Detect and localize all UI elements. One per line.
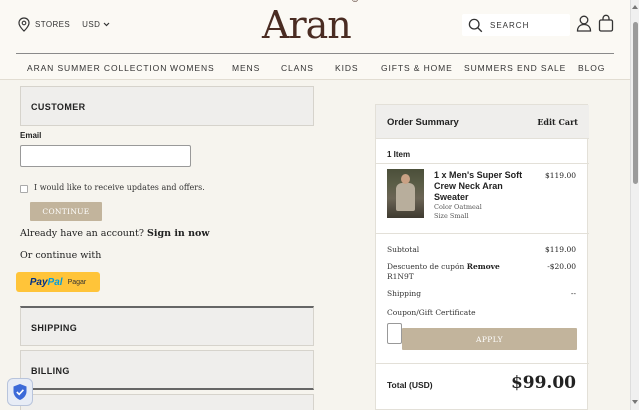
- paypal-logo-pal: Pal: [47, 276, 63, 288]
- sign-in-prompt: Already have an account? Sign in now: [20, 228, 210, 239]
- edit-cart-link[interactable]: Edit Cart: [537, 117, 578, 127]
- discount-value: -$20.00: [547, 262, 576, 271]
- nav-item-blog[interactable]: BLOG: [578, 63, 605, 73]
- email-field[interactable]: [20, 145, 191, 167]
- remove-coupon-link[interactable]: Remove: [467, 262, 500, 271]
- paypal-pagar-label: Pagar: [67, 278, 87, 286]
- account-user-icon[interactable]: [576, 15, 592, 32]
- customer-section-heading[interactable]: CUSTOMER: [20, 86, 314, 126]
- nav-item-gifts-home[interactable]: GIFTS & HOME: [381, 63, 453, 73]
- nav-item-clans[interactable]: CLANS: [281, 63, 314, 73]
- email-label: Email: [20, 131, 42, 140]
- summary-divider: [376, 233, 589, 234]
- chevron-down-icon: [103, 22, 110, 27]
- updates-checkbox-label[interactable]: I would like to receive updates and offe…: [34, 183, 205, 192]
- summary-divider: [376, 363, 589, 364]
- order-summary-panel: Order Summary Edit Cart 1 Item 1 x Men's…: [375, 104, 589, 410]
- shopping-bag-icon[interactable]: [598, 14, 614, 32]
- paypal-logo-pay: Pay: [29, 276, 48, 288]
- shield-check-icon: [13, 384, 27, 400]
- nav-item-summers-end-sale[interactable]: SUMMERS END SALE: [464, 63, 566, 73]
- product-price: $119.00: [544, 171, 576, 180]
- site-header: STORES USD Aran® SEARCH: [0, 0, 630, 54]
- discount-label: Descuento de cupón: [387, 262, 465, 271]
- scroll-up-arrow-icon[interactable]: [632, 5, 638, 9]
- product-size: Size Small: [434, 212, 469, 220]
- order-summary-header: Order Summary Edit Cart: [376, 105, 589, 139]
- summary-divider: [376, 163, 589, 164]
- subtotal-label: Subtotal: [387, 245, 420, 254]
- stores-link[interactable]: STORES: [35, 20, 70, 29]
- continue-button[interactable]: CONTINUE: [30, 202, 102, 221]
- subtotal-value: $119.00: [544, 245, 576, 254]
- nav-item-womens[interactable]: WOMENS: [170, 63, 215, 73]
- nav-item-kids[interactable]: KIDS: [335, 63, 358, 73]
- coupon-input[interactable]: [387, 323, 402, 344]
- payment-section-heading[interactable]: [20, 394, 314, 410]
- aran-logo[interactable]: Aran®: [262, 0, 359, 47]
- location-pin-icon[interactable]: [18, 17, 30, 32]
- search-label: SEARCH: [490, 20, 530, 30]
- apply-coupon-button[interactable]: APPLY: [402, 328, 577, 350]
- nav-item-mens[interactable]: MENS: [232, 63, 260, 73]
- have-account-text: Already have an account?: [20, 228, 144, 239]
- updates-checkbox[interactable]: [20, 185, 28, 193]
- or-continue-text: Or continue with: [20, 250, 102, 261]
- item-count: 1 Item: [387, 150, 411, 159]
- discount-row: Descuento de cupón Remove: [387, 262, 500, 271]
- coupon-label: Coupon/Gift Certificate: [387, 308, 476, 317]
- order-summary-title: Order Summary: [387, 117, 459, 128]
- header-left-utilities: STORES USD: [18, 17, 110, 32]
- scroll-down-arrow-icon[interactable]: [632, 400, 638, 404]
- search-icon: [468, 18, 483, 32]
- billing-section-heading[interactable]: BILLING: [20, 350, 314, 390]
- logo-text: Aran: [262, 3, 352, 47]
- logo-registered-mark: ®: [352, 0, 359, 4]
- currency-selector[interactable]: USD: [82, 20, 110, 29]
- sweater-figure: [396, 183, 415, 211]
- currency-value: USD: [82, 20, 101, 29]
- main-navigation: ARAN SUMMER COLLECTION WOMENS MENS CLANS…: [0, 54, 630, 80]
- shipping-label: Shipping: [387, 289, 421, 298]
- page-scrollbar[interactable]: [630, 0, 639, 410]
- shipping-value: --: [570, 289, 576, 298]
- product-name: 1 x Men's Super Soft Crew Neck Aran Swea…: [434, 170, 523, 202]
- shipping-section-heading[interactable]: SHIPPING: [20, 306, 314, 346]
- product-thumbnail: [387, 169, 424, 218]
- search-box[interactable]: SEARCH: [462, 14, 570, 36]
- nav-item-aran-summer-collection[interactable]: ARAN SUMMER COLLECTION: [27, 63, 167, 73]
- coupon-code: R1N9T: [387, 272, 414, 281]
- model-head: [401, 174, 410, 184]
- total-value: $99.00: [510, 373, 576, 393]
- total-label: Total (USD): [387, 380, 433, 390]
- privacy-shield-badge[interactable]: [7, 378, 33, 406]
- product-color: Color Oatmeal: [434, 203, 482, 211]
- scrollbar-thumb[interactable]: [633, 22, 638, 184]
- sign-in-link[interactable]: Sign in now: [147, 228, 210, 239]
- paypal-button[interactable]: Pay Pal Pagar: [16, 272, 100, 292]
